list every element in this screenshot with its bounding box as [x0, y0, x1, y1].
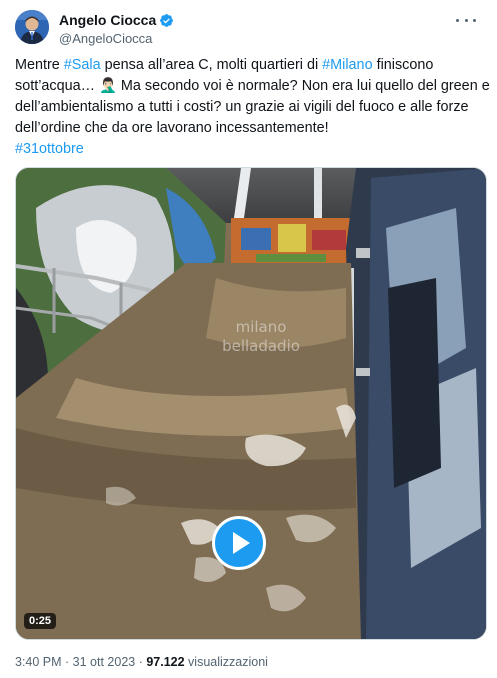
more-icon[interactable] [456, 12, 476, 28]
tweet-line-4: dell’ordine che da ore lavorano incessan… [15, 120, 329, 136]
play-button[interactable] [212, 516, 266, 570]
tweet-date[interactable]: 31 ott 2023 [73, 655, 136, 669]
watermark-line-2: belladadio [222, 337, 300, 355]
text-segment: pensa all’area C, molti quartieri di [100, 57, 323, 73]
tweet-text: Mentre #Sala pensa all’area C, molti qua… [15, 55, 490, 160]
tweet-line-3: dell’ambientalismo a tutti i costi? un g… [15, 99, 469, 115]
tweet-time[interactable]: 3:40 PM [15, 655, 62, 669]
views-count: 97.122 [146, 655, 185, 669]
tweet-line-2: sott’acqua… 🤦🏻‍♂️ Ma secondo voi è norma… [15, 78, 490, 94]
author-names: Angelo Ciocca @AngeloCiocca [59, 11, 174, 46]
meta-separator: · [135, 655, 147, 669]
tweet-line-1: Mentre #Sala pensa all’area C, molti qua… [15, 55, 485, 76]
hashtag-link-milano[interactable]: #Milano [322, 57, 372, 73]
text-segment: Mentre [15, 57, 64, 73]
tweet-card: Angelo Ciocca @AngeloCiocca Mentre #Sala… [0, 0, 497, 678]
views-label: visualizzazioni [184, 655, 268, 669]
video-duration: 0:25 [24, 613, 57, 629]
video-watermark: milano belladadio [206, 318, 316, 356]
video-player[interactable]: milano belladadio 0:25 [15, 167, 487, 640]
watermark-line-1: milano [235, 318, 287, 336]
author-handle[interactable]: @AngeloCiocca [59, 31, 174, 46]
hashtag-link-31ottobre[interactable]: #31ottobre [15, 139, 485, 160]
play-icon [232, 532, 250, 554]
tweet-meta: 3:40 PM · 31 ott 2023 · 97.122 visualizz… [15, 655, 268, 669]
avatar[interactable] [15, 10, 49, 44]
text-segment: finiscono [372, 57, 434, 73]
verified-badge-icon [159, 13, 174, 28]
video-thumbnail [16, 168, 486, 639]
meta-separator: · [61, 655, 73, 669]
display-name[interactable]: Angelo Ciocca [59, 12, 156, 28]
tweet-header: Angelo Ciocca @AngeloCiocca [15, 10, 482, 50]
hashtag-link-sala[interactable]: #Sala [64, 57, 101, 73]
